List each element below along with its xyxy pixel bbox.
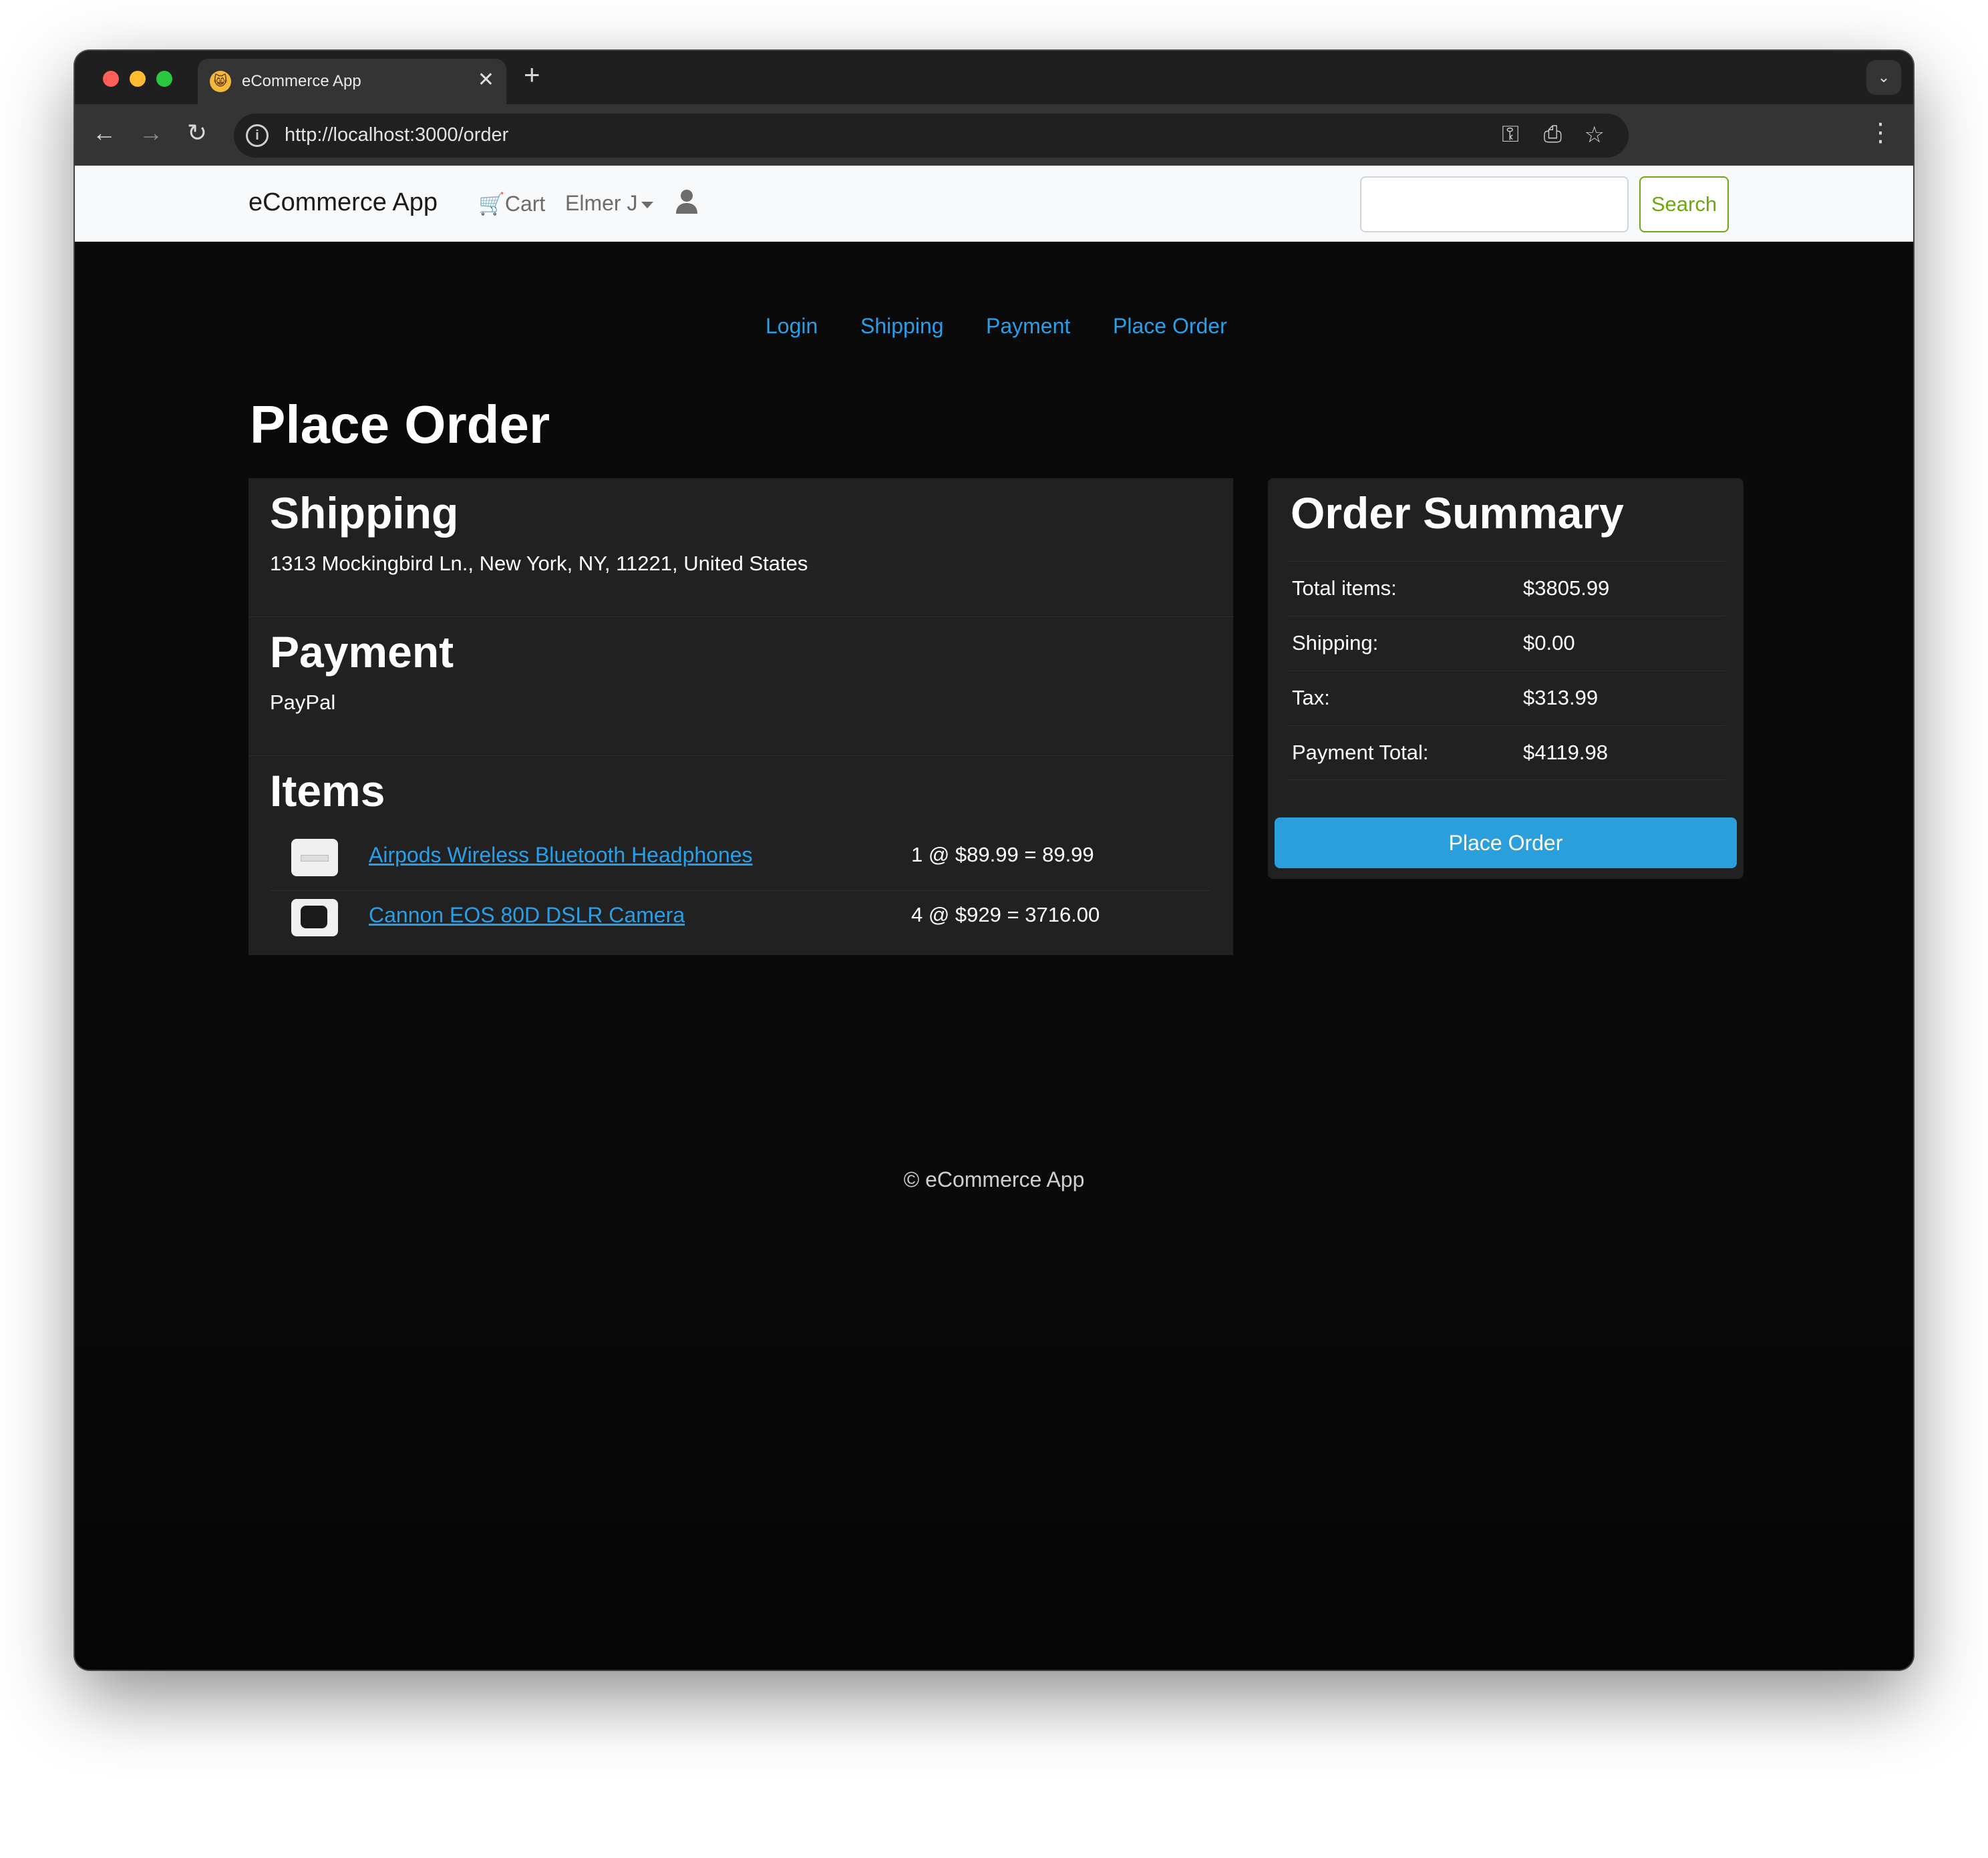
back-arrow-icon[interactable]: ← (92, 119, 116, 147)
address-bar[interactable]: i http://localhost:3000/order ⚿ ⎙ ☆ (234, 114, 1629, 158)
summary-label: Total items: (1292, 576, 1397, 600)
order-summary-card: Order Summary Total items: $3805.99 Ship… (1268, 478, 1744, 879)
product-thumbnail (291, 899, 338, 936)
summary-value: $0.00 (1523, 631, 1575, 655)
shipping-address: 1313 Mockingbird Ln., New York, NY, 1122… (270, 552, 808, 575)
caret-down-icon (641, 201, 654, 208)
summary-value: $4119.98 (1523, 741, 1608, 764)
brand-link[interactable]: eCommerce App (248, 188, 438, 217)
cart-label: Cart (504, 192, 546, 216)
shipping-heading: Shipping (270, 488, 459, 538)
product-link[interactable]: Airpods Wireless Bluetooth Headphones (369, 843, 753, 868)
summary-label: Shipping: (1292, 631, 1379, 655)
tab-bar: 😸 eCommerce App ✕ + ⌄ (75, 51, 1913, 104)
cart-icon: 🛒 (478, 192, 505, 216)
favicon-icon: 😸 (210, 71, 231, 92)
payment-section: Payment PayPal (248, 617, 1233, 756)
reload-icon[interactable]: ↻ (187, 119, 207, 147)
items-heading: Items (270, 766, 385, 815)
browser-tab[interactable]: 😸 eCommerce App ✕ (198, 59, 506, 104)
browser-window: 😸 eCommerce App ✕ + ⌄ ← → ↻ i http://loc… (75, 51, 1913, 1670)
user-icon[interactable] (673, 188, 700, 215)
summary-label: Payment Total: (1292, 741, 1429, 764)
summary-row: Total items: $3805.99 (1287, 561, 1725, 616)
summary-row: Shipping: $0.00 (1287, 616, 1725, 671)
page-title: Place Order (250, 395, 550, 454)
step-shipping[interactable]: Shipping (860, 314, 944, 339)
step-login[interactable]: Login (766, 314, 818, 339)
close-window-button[interactable] (103, 71, 119, 87)
step-place-order[interactable]: Place Order (1113, 314, 1227, 339)
tab-search-chevron-icon[interactable]: ⌄ (1866, 60, 1901, 95)
item-qty-price: 4 @ $929 = 3716.00 (911, 903, 1100, 926)
bookmark-star-icon[interactable]: ☆ (1585, 122, 1605, 148)
footer-copyright: © eCommerce App (903, 1167, 1085, 1191)
product-thumbnail (291, 839, 338, 876)
shipping-section: Shipping 1313 Mockingbird Ln., New York,… (248, 478, 1233, 617)
items-section: Items Airpods Wireless Bluetooth Headpho… (248, 756, 1233, 955)
place-order-button[interactable]: Place Order (1275, 817, 1737, 868)
page-content: eCommerce App 🛒Cart Elmer J Search Login… (75, 166, 1913, 1670)
search-input[interactable] (1360, 176, 1629, 232)
close-tab-icon[interactable]: ✕ (478, 68, 494, 91)
new-tab-button[interactable]: + (524, 59, 540, 91)
list-item: Cannon EOS 80D DSLR Camera 4 @ $929 = 37… (270, 891, 1210, 951)
site-info-icon[interactable]: i (246, 124, 269, 147)
install-app-icon[interactable]: ⎙ (1544, 122, 1562, 148)
summary-value: $3805.99 (1523, 576, 1610, 600)
site-navbar: eCommerce App 🛒Cart Elmer J Search (75, 166, 1913, 242)
summary-row: Payment Total: $4119.98 (1287, 725, 1725, 780)
step-payment[interactable]: Payment (986, 314, 1070, 339)
browser-menu-icon[interactable]: ⋮ (1868, 118, 1893, 148)
url-text[interactable]: http://localhost:3000/order (285, 124, 508, 146)
list-item: Airpods Wireless Bluetooth Headphones 1 … (270, 831, 1210, 891)
payment-heading: Payment (270, 627, 454, 677)
summary-heading: Order Summary (1291, 488, 1624, 538)
user-dropdown[interactable]: Elmer J (565, 191, 654, 216)
user-name: Elmer J (565, 191, 638, 215)
item-qty-price: 1 @ $89.99 = 89.99 (911, 843, 1094, 866)
payment-method: PayPal (270, 691, 336, 714)
product-link[interactable]: Cannon EOS 80D DSLR Camera (369, 903, 685, 928)
forward-arrow-icon[interactable]: → (139, 119, 163, 147)
order-details-card: Shipping 1313 Mockingbird Ln., New York,… (248, 478, 1233, 955)
tab-title: eCommerce App (242, 72, 361, 90)
password-key-icon[interactable]: ⚿ (1502, 122, 1519, 148)
checkout-steps: Login Shipping Payment Place Order (75, 314, 1913, 347)
summary-value: $313.99 (1523, 686, 1599, 709)
summary-label: Tax: (1292, 686, 1330, 709)
cart-link[interactable]: 🛒Cart (478, 191, 545, 216)
browser-toolbar: ← → ↻ i http://localhost:3000/order ⚿ ⎙ … (75, 104, 1913, 166)
summary-row: Tax: $313.99 (1287, 671, 1725, 725)
maximize-window-button[interactable] (156, 71, 172, 87)
minimize-window-button[interactable] (130, 71, 146, 87)
search-button[interactable]: Search (1639, 176, 1729, 232)
